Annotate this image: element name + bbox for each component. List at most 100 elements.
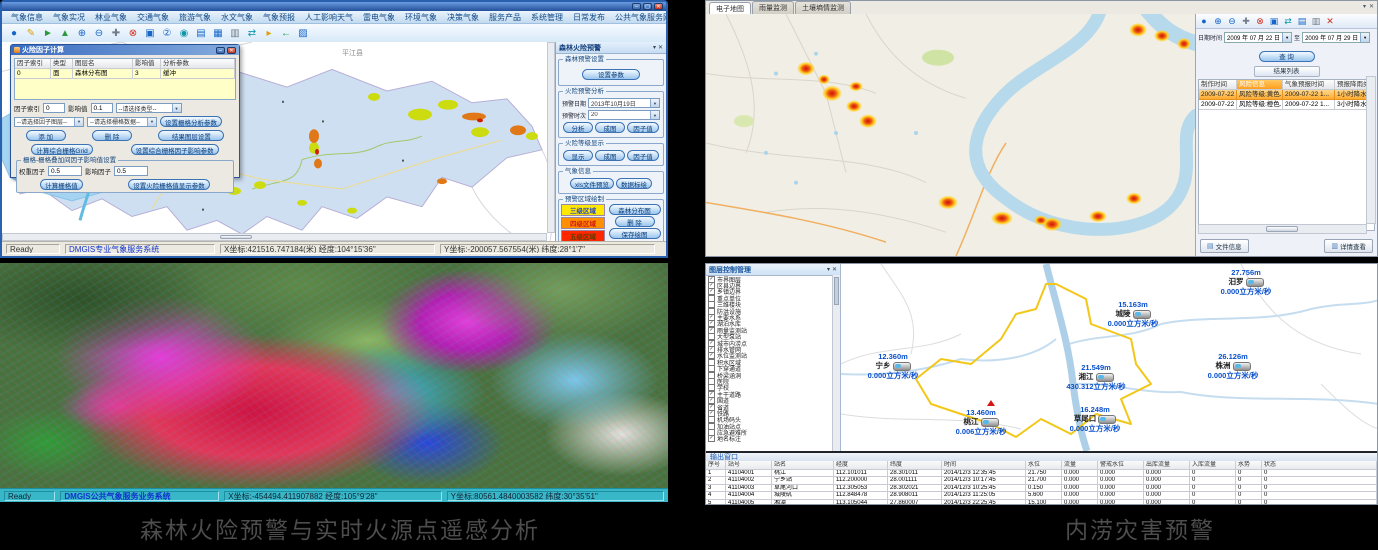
mark-data-button[interactable]: 数据标绘 (616, 178, 652, 189)
zoom-in-icon[interactable]: ⊕ (75, 27, 89, 41)
layer-list-item[interactable]: ✓ 地名标注 (706, 436, 833, 442)
pin-icon[interactable]: ▾ (827, 266, 830, 273)
xls-preview-button[interactable]: xls文件预览 (570, 178, 614, 189)
hotspot-map-viewport[interactable] (706, 14, 1196, 256)
station-table-header[interactable]: 经度 (834, 461, 888, 470)
station-table-header[interactable]: 状态 (1262, 461, 1377, 470)
station-zhuzhou[interactable]: 26.126m 株洲 0.000立方米/秒 (1185, 352, 1281, 380)
type-select[interactable]: --请选择类型--▼ (116, 103, 182, 113)
station-ningxiang[interactable]: 12.360m 宁乡 0.000立方米/秒 (845, 352, 941, 380)
dialog-minimize-icon[interactable]: ‒ (216, 47, 225, 54)
station-marker-icon[interactable] (893, 362, 911, 371)
layers-icon[interactable]: ▤ (1296, 15, 1308, 27)
result-table-row[interactable]: 2009-07-22 1...风险等级:橙色... 2009-07-22 1..… (1199, 100, 1374, 110)
stop-icon[interactable]: ⊗ (1254, 15, 1266, 27)
delete-icon[interactable]: ⊗ (126, 27, 140, 41)
station-marker-icon[interactable] (1233, 362, 1251, 371)
station-table-header[interactable]: 入库流量 (1190, 461, 1236, 470)
result-table-header[interactable]: 制作时间 (1199, 80, 1237, 90)
menu-item[interactable]: 雷电气象 (358, 12, 400, 23)
output-window-bar[interactable]: 输出窗口 (706, 451, 1377, 461)
weight-input[interactable]: 0.1 (91, 103, 113, 113)
station-marker-icon[interactable] (1133, 310, 1151, 319)
station-table-row[interactable]: 341104003 草尾河口112.305053 28.3020212014/1… (706, 485, 1377, 492)
date-to-picker[interactable]: 2009 年 07 月 29 日▼ (1302, 32, 1370, 43)
station-marker-icon[interactable] (1098, 415, 1116, 424)
satellite-imagery[interactable] (0, 263, 668, 488)
menu-item[interactable]: 交通气象 (132, 12, 174, 23)
result-layer-button[interactable]: 结果图层设置 (158, 130, 224, 141)
zone-save-button[interactable]: 保存绘图 (609, 228, 661, 239)
map-hscrollbar[interactable] (2, 233, 547, 241)
menu-item[interactable]: 气象预报 (258, 12, 300, 23)
make-map2-button[interactable]: 成图 (595, 150, 625, 161)
calc-grid-button[interactable]: 计算综合栅格Grid (31, 144, 92, 155)
make-map-button[interactable]: 成图 (595, 122, 625, 133)
layer-panel-close-icon[interactable]: ✕ (832, 266, 837, 273)
station-miluo[interactable]: 27.756m 汨罗 0.000立方米/秒 (1198, 268, 1294, 296)
result-table-header[interactable]: 风险信息 (1237, 80, 1283, 90)
flood-map-viewport[interactable]: 27.756m 汨罗 0.000立方米/秒 15.163m 城陵 0.000立方… (841, 264, 1378, 451)
settings-button[interactable]: 设置参数 (582, 69, 640, 80)
tree-layer-icon[interactable]: ▲ (58, 27, 72, 41)
calc-grid-value-button[interactable]: 计算栅格值 (40, 179, 83, 190)
layers-icon[interactable]: ▤ (194, 27, 208, 41)
station-table-row[interactable]: 241104002 宁乡站112.200000 28.0011112014/12… (706, 477, 1377, 484)
factor-table-header[interactable]: 图层名 (73, 59, 133, 69)
station-table-header[interactable]: 站名 (772, 461, 834, 470)
date-from-picker[interactable]: 2009 年 07 月 22 日▼ (1224, 32, 1292, 43)
factor-table-header[interactable]: 类型 (51, 59, 73, 69)
window-icon[interactable]: ▣ (1268, 15, 1280, 27)
flag-icon[interactable]: ▸ (262, 27, 276, 41)
station-table-header[interactable]: 出库流量 (1144, 461, 1190, 470)
zoom-out-icon[interactable]: ⊖ (1226, 15, 1238, 27)
fire-map-viewport[interactable]: 平江县 长沙市 火险因子计算 ‒ ✕ 因子索引类型图层名影响值分析参数 (2, 42, 666, 241)
menu-item[interactable]: 人工影响天气 (300, 12, 358, 23)
station-table-header[interactable]: 时间 (942, 461, 1026, 470)
print-icon[interactable]: ▥ (228, 27, 242, 41)
menu-item[interactable]: 系统管理 (526, 12, 568, 23)
station-table-header[interactable]: 序号 (706, 461, 726, 470)
map-vscrollbar[interactable] (547, 42, 555, 233)
tab-rain[interactable]: 雨量监测 (752, 1, 794, 14)
station-table-header[interactable]: 警戒水位 (1098, 461, 1144, 470)
station-chengling[interactable]: 15.163m 城陵 0.000立方米/秒 (1085, 300, 1181, 328)
delete-button[interactable]: 删 除 (92, 130, 132, 141)
close-icon[interactable]: ✕ (654, 3, 663, 10)
panel-header[interactable]: 森林火险预警 ▾ ✕ (556, 42, 666, 54)
result-vscrollbar[interactable] (1366, 76, 1376, 224)
menu-item[interactable]: 环境气象 (400, 12, 442, 23)
menu-item[interactable]: 旅游气象 (174, 12, 216, 23)
maximize-icon[interactable]: ▢ (643, 3, 652, 10)
globe-icon[interactable]: ● (1198, 15, 1210, 27)
refresh-icon[interactable]: ⇄ (1282, 15, 1294, 27)
station-xiangjiang[interactable]: 21.549m 湘江 430.312立方米/秒 (1048, 363, 1144, 391)
show-button[interactable]: 显示 (563, 150, 593, 161)
station-caoweikou[interactable]: 16.248m 草尾口 0.000立方米/秒 (1047, 405, 1143, 433)
station-table-row[interactable]: 541104005 湘潭113.105044 27.8600072014/12/… (706, 500, 1377, 504)
menu-item[interactable]: 林业气象 (90, 12, 132, 23)
menu-item[interactable]: 决策气象 (442, 12, 484, 23)
station-marker-icon[interactable] (981, 418, 999, 427)
menu-item[interactable]: 日常发布 (568, 12, 610, 23)
back-icon[interactable]: ← (279, 27, 293, 41)
station-marker-icon[interactable] (1096, 373, 1114, 382)
menu-item[interactable]: 气象信息 (6, 12, 48, 23)
image-export-icon[interactable]: ▨ (296, 27, 310, 41)
file-info-button[interactable]: ▤文件信息 (1200, 239, 1249, 253)
w1-input[interactable]: 0.5 (48, 166, 82, 176)
result-hscrollbar[interactable] (1198, 224, 1367, 234)
detail-view-button[interactable]: ▥详情查看 (1324, 239, 1373, 253)
grid-param-button[interactable]: 设置栅格分析参数 (160, 116, 222, 127)
set-display-button[interactable]: 设置火险栅格值显示参数 (128, 179, 210, 190)
menu-item[interactable]: 公共气象服务网 (610, 12, 666, 23)
station-table-header[interactable]: 水位 (1026, 461, 1062, 470)
dialog-close-icon[interactable]: ✕ (227, 47, 236, 54)
pin-icon[interactable]: ▾ (653, 44, 656, 51)
globe-icon[interactable]: ● (7, 27, 21, 41)
factor-table-header[interactable]: 影响值 (133, 59, 161, 69)
factor-layer-select[interactable]: --请选择因子图层--▼ (14, 117, 84, 127)
collapse-icon[interactable]: ▾ (1363, 3, 1366, 10)
station-table-header[interactable]: 纬度 (888, 461, 942, 470)
station-marker-icon[interactable] (1246, 278, 1264, 287)
